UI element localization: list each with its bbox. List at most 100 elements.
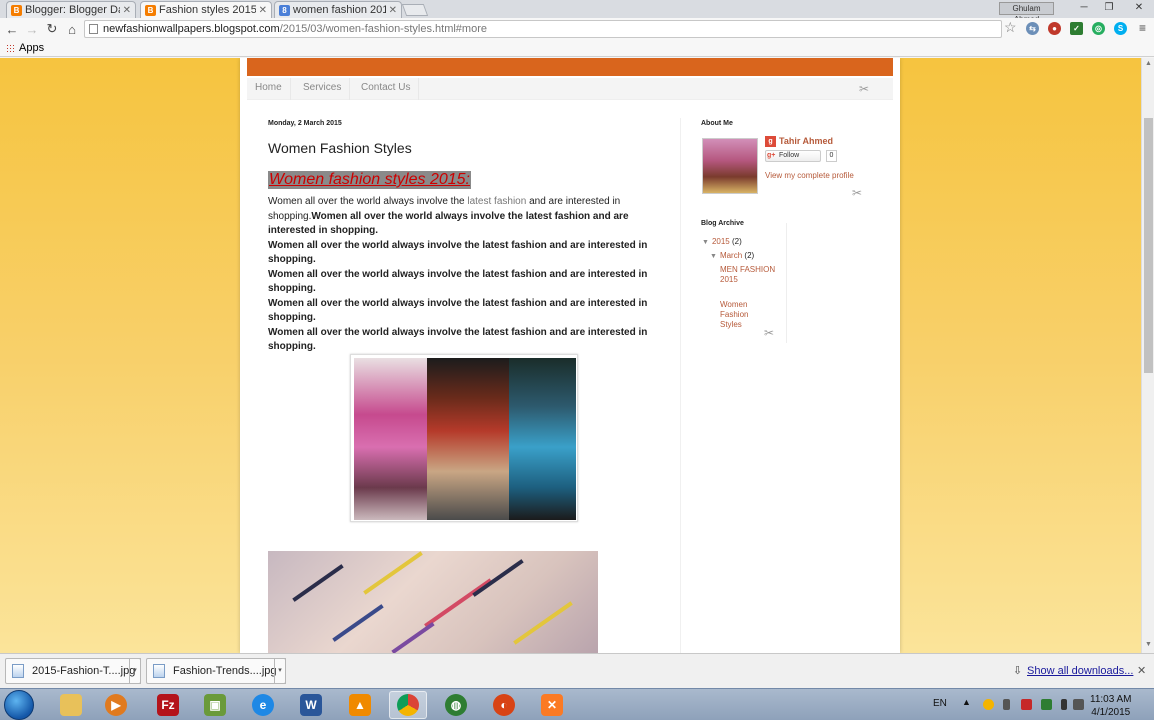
media-player-icon: ▶ — [105, 694, 127, 716]
archive-post-link[interactable]: Women Fashion Styles — [720, 300, 770, 330]
start-button[interactable] — [4, 690, 34, 720]
stripe — [513, 601, 573, 645]
extension-icon[interactable]: ⇆ — [1026, 22, 1039, 35]
avatar[interactable] — [702, 138, 758, 194]
tray-expand-icon[interactable]: ▲ — [962, 697, 971, 707]
close-icon[interactable]: ✕ — [259, 5, 267, 16]
minimize-icon[interactable]: ─ — [1074, 1, 1094, 15]
taskbar-app[interactable]: ▣ — [196, 691, 234, 719]
tray-app-icon[interactable] — [983, 699, 994, 710]
battery-icon[interactable] — [1003, 699, 1010, 710]
url-path: /2015/03/women-fashion-styles.html#more — [279, 23, 487, 35]
close-icon[interactable]: ✕ — [1137, 664, 1146, 677]
show-all-downloads-link[interactable]: Show all downloads... — [1027, 665, 1133, 677]
scroll-up-icon[interactable]: ▲ — [1145, 60, 1152, 67]
forward-icon[interactable]: → — [22, 22, 42, 37]
vertical-scrollbar[interactable]: ▲ ▼ — [1141, 58, 1154, 653]
tab-blogger-dashboard[interactable]: B Blogger: Blogger Da ✕ — [6, 1, 136, 18]
extension-icon[interactable]: ● — [1048, 22, 1061, 35]
wrench-icon[interactable]: ✂ — [859, 82, 869, 96]
new-tab-button[interactable] — [401, 4, 429, 16]
wrench-icon[interactable]: ✂ — [764, 326, 774, 340]
taskbar-app[interactable]: ◐ — [485, 691, 523, 719]
close-icon[interactable]: ✕ — [123, 5, 131, 16]
close-icon[interactable]: ✕ — [389, 5, 397, 16]
shield-icon[interactable]: ✓ — [1070, 22, 1083, 35]
taskbar-vlc[interactable]: ▲ — [341, 691, 379, 719]
tray-app-icon[interactable] — [1021, 699, 1032, 710]
signal-icon[interactable] — [1061, 699, 1067, 710]
nav-home[interactable]: Home — [247, 78, 291, 100]
follow-button[interactable]: g+ Follow — [765, 150, 821, 162]
blogger-icon: B — [145, 4, 156, 16]
taskbar-media-player[interactable]: ▶ — [97, 691, 135, 719]
apps-label[interactable]: Apps — [19, 42, 44, 54]
fashion-collage-image[interactable] — [350, 354, 578, 522]
extension-icon[interactable]: ◎ — [1092, 22, 1105, 35]
apps-icon[interactable] — [6, 43, 15, 53]
taskbar-word[interactable]: W — [292, 691, 330, 719]
latest-fashion-link[interactable]: latest fashion — [467, 196, 526, 207]
taskbar-xampp[interactable]: ✕ — [533, 691, 571, 719]
archive-post-link[interactable]: MEN FASHION 2015 — [720, 265, 776, 285]
bookmarks-bar: Apps — [0, 40, 1154, 57]
download-item[interactable]: 2015-Fashion-T....jpg ▾ — [5, 658, 141, 684]
xampp-icon: ✕ — [541, 694, 563, 716]
skype-icon[interactable]: S — [1114, 22, 1127, 35]
address-bar[interactable]: newfashionwallpapers.blogspot.com/2015/0… — [84, 20, 1002, 38]
globe-icon: ◍ — [445, 694, 467, 716]
url-host: newfashionwallpapers.blogspot.com — [103, 23, 280, 35]
profile-button[interactable]: Ghulam Ahmed — [999, 2, 1054, 24]
taskbar-explorer[interactable] — [52, 691, 90, 719]
filezilla-icon: Fz — [157, 694, 179, 716]
archive-year[interactable]: ▼ 2015 (2) — [702, 237, 742, 248]
back-icon[interactable]: ← — [2, 22, 22, 37]
nav-services[interactable]: Services — [295, 78, 351, 100]
language-indicator[interactable]: EN — [933, 698, 947, 709]
browser-toolbar: ← → ↻ ⌂ newfashionwallpapers.blogspot.co… — [0, 18, 1154, 40]
system-clock[interactable]: 11:03 AM 4/1/2015 — [1090, 693, 1132, 719]
image-file-icon — [12, 664, 24, 678]
post-body: Women all over the world always involve … — [268, 195, 660, 355]
volume-icon[interactable] — [1073, 699, 1084, 710]
scroll-down-icon[interactable]: ▼ — [1145, 641, 1152, 648]
scroll-thumb[interactable] — [1144, 118, 1153, 373]
stripe — [391, 622, 435, 653]
taskbar-app[interactable]: ◍ — [437, 691, 475, 719]
nav-contact-us[interactable]: Contact Us — [353, 78, 420, 100]
tab-fashion-styles[interactable]: B Fashion styles 2015: ✕ — [140, 1, 272, 18]
network-icon[interactable] — [1041, 699, 1052, 710]
home-icon[interactable]: ⌂ — [62, 22, 82, 37]
stripe — [332, 604, 384, 642]
google-plus-icon: g+ — [767, 152, 776, 159]
tab-women-fashion-search[interactable]: 8 women fashion 2015 ✕ — [274, 1, 402, 18]
restore-icon[interactable]: ❐ — [1099, 1, 1119, 15]
follower-count: 0 — [826, 150, 837, 162]
post-title[interactable]: Women Fashion Styles — [268, 140, 412, 156]
tab-strip: B Blogger: Blogger Da ✕ B Fashion styles… — [0, 0, 1154, 24]
bookmark-star-icon[interactable]: ☆ — [1004, 19, 1017, 36]
wrench-icon[interactable]: ✂ — [852, 186, 862, 200]
window-close-icon[interactable]: ✕ — [1126, 1, 1152, 15]
author-name[interactable]: Tahir Ahmed — [779, 136, 833, 146]
stripe — [292, 564, 344, 602]
taskbar-filezilla[interactable]: Fz — [149, 691, 187, 719]
menu-icon[interactable]: ≡ — [1136, 22, 1149, 35]
bold-paragraph: Women all over the world always involve … — [268, 210, 629, 237]
taskbar-internet-explorer[interactable]: e — [244, 691, 282, 719]
tab-label: women fashion 2015 — [293, 4, 386, 16]
runway-floor-image[interactable] — [268, 551, 598, 653]
taskbar-chrome[interactable] — [389, 691, 427, 719]
archive-month[interactable]: ▼ March (2) — [710, 251, 754, 262]
vlc-icon: ▲ — [349, 694, 371, 716]
chevron-down-icon[interactable]: ▾ — [274, 658, 286, 684]
download-filename: Fashion-Trends....jpg — [173, 665, 277, 677]
blogger-icon: B — [11, 4, 22, 16]
profile-link[interactable]: View my complete profile — [765, 171, 854, 180]
download-item[interactable]: Fashion-Trends....jpg ▾ — [146, 658, 286, 684]
chevron-down-icon[interactable]: ▾ — [129, 658, 141, 684]
expand-triangle-icon[interactable]: ▼ — [702, 239, 709, 246]
sidebar-divider — [680, 118, 681, 653]
reload-icon[interactable]: ↻ — [42, 21, 62, 37]
expand-triangle-icon[interactable]: ▼ — [710, 253, 717, 260]
